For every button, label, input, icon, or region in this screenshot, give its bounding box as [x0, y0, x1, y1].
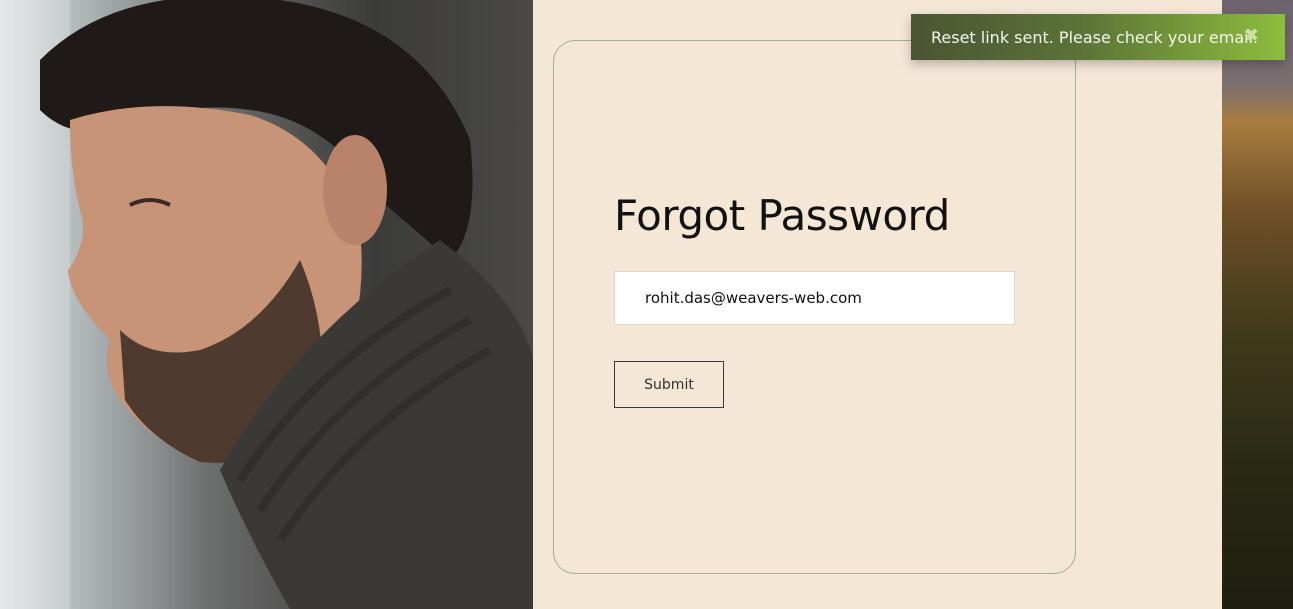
portrait-illustration: [40, 0, 533, 609]
page: Forgot Password Submit Reset link sent. …: [0, 0, 1293, 609]
email-field[interactable]: [614, 271, 1015, 325]
forgot-password-card: Forgot Password Submit: [553, 40, 1076, 574]
submit-button[interactable]: Submit: [614, 361, 724, 408]
landscape-image: [1222, 0, 1293, 609]
close-icon[interactable]: ✖: [1244, 25, 1259, 46]
forgot-password-section: Forgot Password Submit: [533, 0, 1222, 609]
page-title: Forgot Password: [614, 191, 950, 240]
man-portrait-image: [0, 0, 533, 609]
toast-message: Reset link sent. Please check your email…: [931, 27, 1259, 47]
success-toast: Reset link sent. Please check your email…: [911, 14, 1285, 60]
